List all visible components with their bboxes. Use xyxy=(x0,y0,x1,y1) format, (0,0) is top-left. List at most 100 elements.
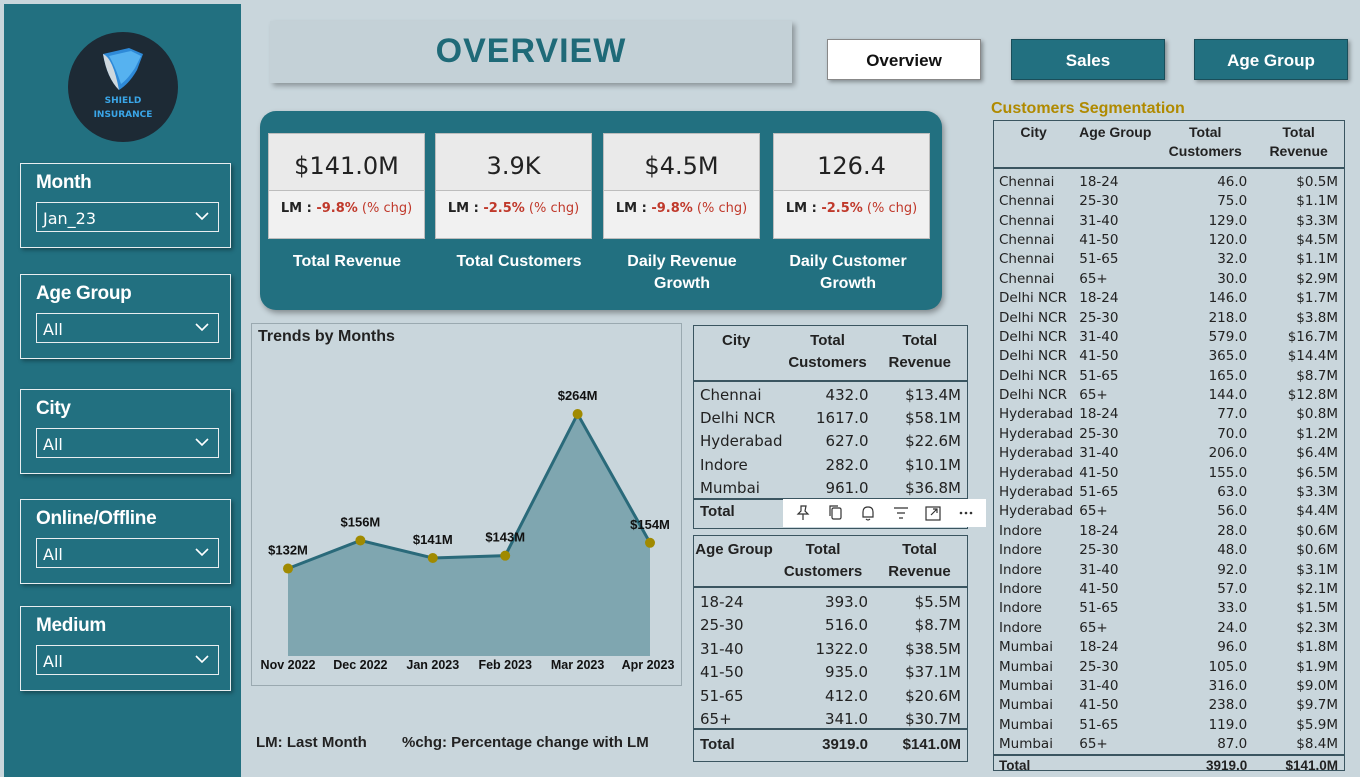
city-cell: Mumbai xyxy=(999,677,1053,694)
age-group-cell: 51-65 xyxy=(1079,600,1119,617)
customers-cell: 77.0 xyxy=(1217,406,1248,423)
table-row[interactable]: 65+ 341.0 $30.7M xyxy=(694,705,967,729)
more-options-icon[interactable] xyxy=(957,504,975,522)
age-group-dropdown[interactable]: All xyxy=(36,313,219,343)
table-row[interactable]: Delhi NCR 18-24 146.0 $1.7M xyxy=(994,289,1344,308)
data-point[interactable] xyxy=(500,550,511,561)
lm-change: -9.8% xyxy=(651,201,693,216)
segmentation-table[interactable]: City Age Group Total Customers Total Rev… xyxy=(993,120,1345,771)
data-point[interactable] xyxy=(645,537,655,548)
revenue-cell: $1.1M xyxy=(1296,251,1338,268)
col-header-total-revenue: Total Revenue xyxy=(872,326,967,382)
table-row[interactable]: Chennai 432.0 $13.4M xyxy=(694,381,967,405)
table-row[interactable]: Indore 31-40 92.0 $3.1M xyxy=(994,560,1344,579)
table-row[interactable]: Delhi NCR 65+ 144.0 $12.8M xyxy=(994,386,1344,405)
chevron-down-icon xyxy=(195,655,209,664)
table-row[interactable]: Chennai 51-65 32.0 $1.1M xyxy=(994,250,1344,269)
city-dropdown[interactable]: All xyxy=(36,428,219,458)
data-point[interactable] xyxy=(355,535,366,546)
copy-icon[interactable] xyxy=(827,504,845,522)
focus-mode-icon[interactable] xyxy=(924,504,942,522)
table-row[interactable]: Hyderabad 627.0 $22.6M xyxy=(694,428,967,452)
col-header-age-group: Age Group xyxy=(1073,121,1158,169)
table-row[interactable]: Chennai 31-40 129.0 $3.3M xyxy=(994,211,1344,230)
customers-cell: 33.0 xyxy=(1217,600,1248,617)
table-row[interactable]: Delhi NCR 41-50 365.0 $14.4M xyxy=(994,347,1344,366)
data-point[interactable] xyxy=(427,553,438,563)
city-cell: Indore xyxy=(999,619,1042,636)
online-offline-dropdown[interactable]: All xyxy=(36,538,219,568)
table-row[interactable]: 51-65 412.0 $20.6M xyxy=(694,682,967,706)
kpi-panel: $141.0M LM : -9.8% (% chg) 3.9K LM : -2.… xyxy=(260,111,942,310)
kpi-card-total-revenue[interactable]: $141.0M LM : -9.8% (% chg) xyxy=(268,133,425,239)
table-row[interactable]: Indore 65+ 24.0 $2.3M xyxy=(994,619,1344,638)
table-row[interactable]: Hyderabad 31-40 206.0 $6.4M xyxy=(994,444,1344,463)
medium-dropdown[interactable]: All xyxy=(36,645,219,675)
total-customers: 3919.0 xyxy=(774,728,872,755)
table-row[interactable]: 18-24 393.0 $5.5M xyxy=(694,587,967,611)
lm-change: -9.8% xyxy=(316,201,358,216)
table-row[interactable]: 41-50 935.0 $37.1M xyxy=(694,658,967,682)
age-group-cell: 51-65 xyxy=(1079,367,1119,384)
customers-cell: 28.0 xyxy=(1217,522,1248,539)
nav-age-group-button[interactable]: Age Group xyxy=(1194,39,1348,80)
nav-overview-button[interactable]: Overview xyxy=(827,39,981,80)
table-row[interactable]: Mumbai 25-30 105.0 $1.9M xyxy=(994,657,1344,676)
city-cell: Indore xyxy=(999,522,1042,539)
revenue-cell: $58.1M xyxy=(905,408,961,427)
table-row[interactable]: Hyderabad 65+ 56.0 $4.4M xyxy=(994,502,1344,521)
revenue-cell: $1.5M xyxy=(1296,600,1338,617)
data-label: $154M xyxy=(630,517,670,532)
customers-cell: 165.0 xyxy=(1208,367,1248,384)
table-row[interactable]: 31-40 1322.0 $38.5M xyxy=(694,635,967,659)
age-group-cell: 25-30 xyxy=(1079,542,1119,559)
pin-icon[interactable] xyxy=(794,504,812,522)
kpi-card-daily-customer-growth[interactable]: 126.4 LM : -2.5% (% chg) xyxy=(773,133,930,239)
table-row[interactable]: Chennai 65+ 30.0 $2.9M xyxy=(994,270,1344,289)
table-row[interactable]: Indore 282.0 $10.1M xyxy=(694,452,967,476)
table-row[interactable]: Delhi NCR 51-65 165.0 $8.7M xyxy=(994,367,1344,386)
table-row[interactable]: Indore 41-50 57.0 $2.1M xyxy=(994,580,1344,599)
table-row[interactable]: Hyderabad 41-50 155.0 $6.5M xyxy=(994,463,1344,482)
table-row[interactable]: Chennai 18-24 46.0 $0.5M xyxy=(994,168,1344,192)
table-row[interactable]: Indore 51-65 33.0 $1.5M xyxy=(994,599,1344,618)
table-row[interactable]: Hyderabad 51-65 63.0 $3.3M xyxy=(994,483,1344,502)
data-point[interactable] xyxy=(283,563,293,574)
total-label: Total xyxy=(994,753,1074,770)
table-row[interactable]: Mumbai 65+ 87.0 $8.4M xyxy=(994,735,1344,755)
revenue-cell: $14.4M xyxy=(1287,348,1338,365)
table-row[interactable]: Chennai 25-30 75.0 $1.1M xyxy=(994,192,1344,211)
city-cell: Mumbai xyxy=(999,735,1053,752)
nav-sales-button[interactable]: Sales xyxy=(1011,39,1165,80)
lm-prefix: LM : xyxy=(785,201,822,216)
kpi-card-daily-revenue-growth[interactable]: $4.5M LM : -9.8% (% chg) xyxy=(603,133,760,239)
table-row[interactable]: Indore 25-30 48.0 $0.6M xyxy=(994,541,1344,560)
filter-icon[interactable] xyxy=(892,504,910,522)
table-row[interactable]: Hyderabad 18-24 77.0 $0.8M xyxy=(994,405,1344,424)
filter-label: Age Group xyxy=(36,283,132,304)
table-row[interactable]: 25-30 516.0 $8.7M xyxy=(694,611,967,635)
lm-prefix: LM : xyxy=(280,201,317,216)
age-group-table[interactable]: Age Group Total Customers Total Revenue … xyxy=(693,535,968,762)
kpi-card-total-customers[interactable]: 3.9K LM : -2.5% (% chg) xyxy=(435,133,592,239)
month-dropdown[interactable]: Jan_23 xyxy=(36,202,219,232)
trend-chart-visual[interactable]: Trends by Months $132M Nov 2022 $156M Dec 2… xyxy=(251,323,682,686)
table-row[interactable]: Delhi NCR 31-40 579.0 $16.7M xyxy=(994,328,1344,347)
table-row[interactable]: Delhi NCR 1617.0 $58.1M xyxy=(694,405,967,429)
revenue-cell: $4.5M xyxy=(1296,231,1338,248)
total-revenue: $141.0M xyxy=(1253,753,1344,770)
table-row[interactable]: Chennai 41-50 120.0 $4.5M xyxy=(994,231,1344,250)
data-point[interactable] xyxy=(572,409,583,419)
bell-icon[interactable] xyxy=(859,504,877,522)
table-row[interactable]: Mumbai 51-65 119.0 $5.9M xyxy=(994,716,1344,735)
table-row[interactable]: Mumbai 31-40 316.0 $9.0M xyxy=(994,677,1344,696)
chevron-down-icon xyxy=(195,438,209,447)
table-row[interactable]: Indore 18-24 28.0 $0.6M xyxy=(994,522,1344,541)
total-revenue: $141.0M xyxy=(872,728,967,755)
table-row[interactable]: Mumbai 961.0 $36.8M xyxy=(694,475,967,499)
table-row[interactable]: Mumbai 41-50 238.0 $9.7M xyxy=(994,696,1344,715)
table-row[interactable]: Delhi NCR 25-30 218.0 $3.8M xyxy=(994,308,1344,327)
table-row[interactable]: Mumbai 18-24 96.0 $1.8M xyxy=(994,638,1344,657)
revenue-cell: $20.6M xyxy=(905,686,961,705)
table-row[interactable]: Hyderabad 25-30 70.0 $1.2M xyxy=(994,425,1344,444)
